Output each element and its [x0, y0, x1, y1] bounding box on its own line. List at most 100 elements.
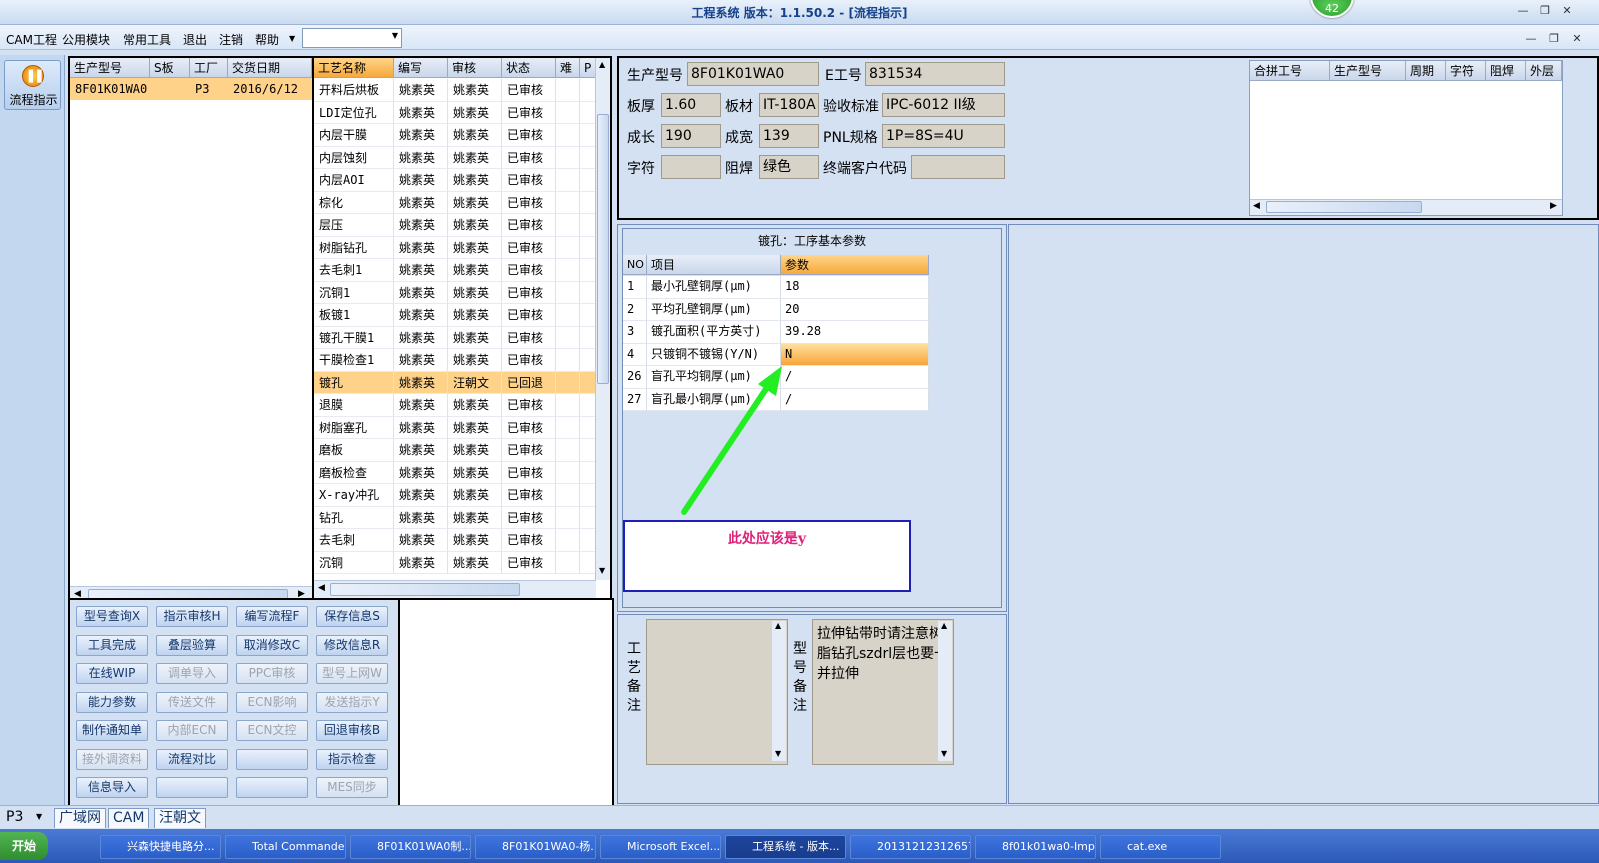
field-pnl[interactable]: 1P=8S=4U	[882, 124, 1005, 148]
merge-col-model[interactable]: 生产型号	[1330, 61, 1406, 81]
action-button[interactable]	[156, 777, 228, 798]
menu-cam[interactable]: CAM工程	[6, 31, 57, 48]
scroll-thumb[interactable]	[597, 114, 609, 384]
action-button[interactable]: 在线WIP	[76, 663, 148, 684]
process-vscrollbar[interactable]: ▲ ▼	[595, 58, 610, 580]
action-button[interactable]: 叠层验算	[156, 634, 228, 656]
arrow-left-icon[interactable]: ◀	[1253, 201, 1260, 211]
table-row[interactable]: 去毛刺1 姚素英 姚素英 已审核	[314, 259, 596, 282]
param-row[interactable]: 2 平均孔壁铜厚(μm) 20	[623, 298, 929, 321]
menu-overflow-icon[interactable]: ▼	[289, 34, 295, 43]
action-button[interactable]: 取消修改C	[236, 634, 308, 656]
action-button[interactable]: 编写流程F	[236, 606, 308, 627]
table-row[interactable]: 内层AOI 姚素英 姚素英 已审核	[314, 169, 596, 192]
close-icon[interactable]: ✕	[1558, 3, 1576, 19]
child-restore-icon[interactable]: ❐	[1545, 31, 1563, 47]
taskbar-item[interactable]: Microsoft Excel...	[600, 835, 721, 859]
merge-col-outer[interactable]: 外层	[1526, 61, 1562, 81]
site-selector[interactable]: P3	[6, 809, 23, 825]
arrow-down-icon[interactable]: ▼	[941, 749, 947, 758]
action-button[interactable]: 信息导入	[76, 777, 148, 798]
param-row[interactable]: 3 镀孔面积(平方英寸) 39.28	[623, 321, 929, 344]
process-remark-scrollbar[interactable]: ▲ ▼	[772, 621, 786, 761]
table-row[interactable]: 退膜 姚素英 姚素英 已审核	[314, 394, 596, 417]
params-col-no[interactable]: NO	[623, 255, 647, 275]
table-row[interactable]: 磨板 姚素英 姚素英 已审核	[314, 439, 596, 462]
merge-col-job[interactable]: 合拼工号	[1250, 61, 1330, 81]
orders-col-model[interactable]: 生产型号	[70, 58, 150, 78]
flow-instruction-button[interactable]: ▐▐ 流程指示	[4, 60, 61, 110]
param-value[interactable]: 39.28	[781, 321, 929, 344]
table-row[interactable]: LDI定位孔 姚素英 姚素英 已审核	[314, 101, 596, 124]
action-button[interactable]: 回退审核B	[316, 720, 388, 741]
chevron-down-icon[interactable]: ▼	[36, 812, 42, 821]
table-row[interactable]: 板镀1 姚素英 姚素英 已审核	[314, 304, 596, 327]
tab-wan[interactable]: 广域网	[54, 808, 106, 828]
action-button[interactable]: 制作通知单	[76, 720, 148, 741]
taskbar-item[interactable]: 20131212312657...	[850, 835, 971, 859]
table-row[interactable]: 内层干膜 姚素英 姚素英 已审核	[314, 124, 596, 147]
field-char[interactable]	[661, 155, 721, 179]
table-row[interactable]: 棕化 姚素英 姚素英 已审核	[314, 191, 596, 214]
table-row[interactable]: 开料后烘板 姚素英 姚素英 已审核	[314, 79, 596, 102]
action-button[interactable]: 发送指示Y	[316, 691, 388, 713]
action-button[interactable]: PPC审核	[236, 663, 308, 684]
field-material[interactable]: IT-180A	[759, 93, 819, 117]
field-grow[interactable]: 190	[661, 124, 721, 148]
table-row[interactable]: 8F01K01WA0 P3 2016/6/12	[70, 78, 312, 100]
orders-col-delivery[interactable]: 交货日期	[228, 58, 312, 78]
params-col-item[interactable]: 项目	[647, 255, 781, 275]
process-hscrollbar[interactable]: ◀	[314, 580, 596, 598]
action-button[interactable]: 能力参数	[76, 691, 148, 713]
merge-col-cycle[interactable]: 周期	[1406, 61, 1446, 81]
chevron-down-icon[interactable]: ▼	[392, 31, 398, 40]
merge-col-mask[interactable]: 阻焊	[1486, 61, 1526, 81]
action-button[interactable]: 型号查询X	[76, 606, 148, 627]
taskbar-item[interactable]: 8F01K01WA0-杨...	[475, 835, 596, 859]
table-row[interactable]: 镀孔 姚素英 汪朝文 已回退	[314, 371, 596, 394]
arrow-down-icon[interactable]: ▼	[599, 566, 605, 575]
action-button[interactable]	[236, 748, 308, 770]
taskbar-item[interactable]: Total Commander	[225, 835, 346, 859]
taskbar-item[interactable]: 8F01K01WA0制...	[350, 835, 471, 859]
minimize-icon[interactable]: —	[1514, 3, 1532, 19]
taskbar-item[interactable]: 工程系统 - 版本...	[725, 835, 846, 859]
process-remark-text[interactable]	[646, 619, 788, 765]
action-button[interactable]: 指示审核H	[156, 606, 228, 627]
model-remark-scrollbar[interactable]: ▲ ▼	[938, 621, 952, 761]
action-button[interactable]: 指示检查	[316, 748, 388, 770]
taskbar-item[interactable]: 兴森快捷电路分...	[100, 835, 221, 859]
arrow-up-icon[interactable]: ▲	[775, 621, 781, 630]
menu-help[interactable]: 帮助	[255, 31, 279, 48]
table-row[interactable]: 沉铜 姚素英 姚素英 已审核	[314, 551, 596, 574]
merge-hscrollbar[interactable]: ◀ ▶	[1250, 199, 1562, 215]
arrow-up-icon[interactable]: ▲	[599, 60, 605, 69]
table-row[interactable]: 钻孔 姚素英 姚素英 已审核	[314, 506, 596, 529]
action-button[interactable]: 接外调资料	[76, 748, 148, 770]
params-col-value[interactable]: 参数	[781, 255, 929, 275]
action-button[interactable]: 型号上网W	[316, 663, 388, 684]
scroll-thumb[interactable]	[330, 583, 520, 596]
action-button[interactable]: 传送文件	[156, 691, 228, 713]
table-row[interactable]: X-ray冲孔 姚素英 姚素英 已审核	[314, 484, 596, 507]
menu-logout[interactable]: 注销	[219, 31, 243, 48]
taskbar-item[interactable]: cat.exe	[1100, 835, 1221, 859]
table-row[interactable]: 内层蚀刻 姚素英 姚素英 已审核	[314, 146, 596, 169]
process-col-status[interactable]: 状态	[502, 58, 556, 78]
child-minimize-icon[interactable]: —	[1522, 31, 1540, 47]
action-button[interactable]	[236, 777, 308, 798]
field-e-no[interactable]: 831534	[865, 62, 1005, 86]
table-row[interactable]: 干膜检查1 姚素英 姚素英 已审核	[314, 349, 596, 372]
tab-user[interactable]: 汪朝文	[154, 808, 206, 828]
maximize-icon[interactable]: ❐	[1536, 3, 1554, 19]
action-button[interactable]: 调单导入	[156, 663, 228, 684]
action-button[interactable]: 工具完成	[76, 634, 148, 656]
table-row[interactable]: 镀孔干膜1 姚素英 姚素英 已审核	[314, 326, 596, 349]
param-value[interactable]: N	[781, 343, 929, 366]
action-button[interactable]: ECN文控	[236, 720, 308, 741]
arrow-up-icon[interactable]: ▲	[941, 621, 947, 630]
taskbar-item[interactable]: 8f01k01wa0-Imp...	[975, 835, 1096, 859]
table-row[interactable]: 去毛刺 姚素英 姚素英 已审核	[314, 529, 596, 552]
param-value[interactable]: /	[781, 366, 929, 389]
table-row[interactable]: 磨板检查 姚素英 姚素英 已审核	[314, 461, 596, 484]
